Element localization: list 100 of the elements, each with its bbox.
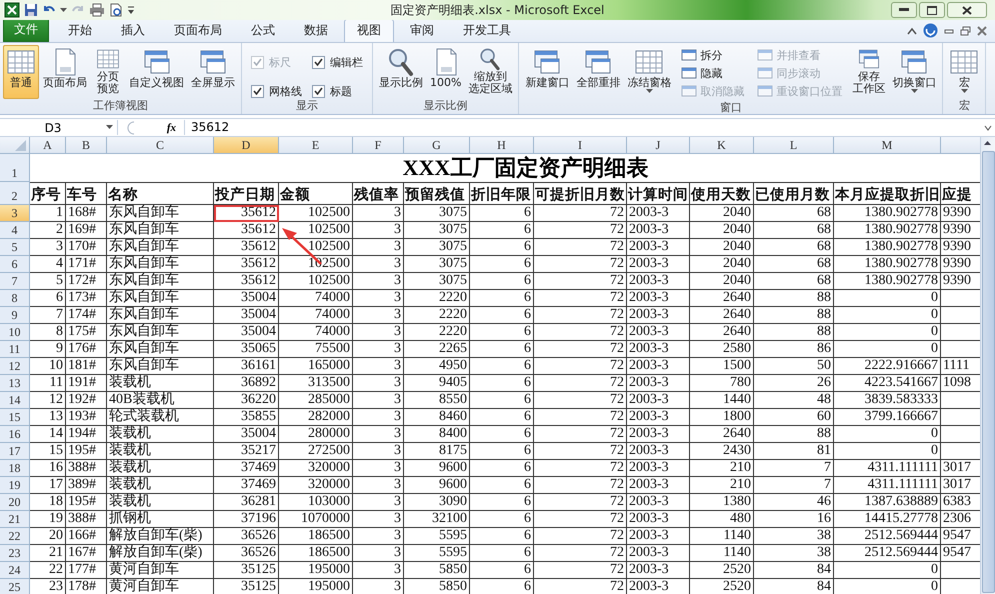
table-cell[interactable]: 5595	[404, 545, 470, 562]
column-letter[interactable]: A	[30, 137, 66, 154]
table-cell[interactable]: 195000	[279, 579, 353, 594]
table-cell[interactable]: 东风自卸车	[107, 256, 214, 273]
table-cell[interactable]: 3	[353, 494, 404, 511]
table-cell[interactable]: 1	[30, 205, 66, 222]
table-cell[interactable]: 74000	[279, 324, 353, 341]
active-cell[interactable]: 35612	[214, 205, 279, 222]
row-number[interactable]: 1	[0, 154, 30, 182]
name-box[interactable]: D3	[0, 120, 118, 135]
table-cell[interactable]: 2640	[690, 324, 754, 341]
table-cell[interactable]: 2003-3	[627, 222, 690, 239]
table-cell[interactable]: 装载机	[107, 375, 214, 392]
table-cell[interactable]: 36281	[214, 494, 279, 511]
table-cell[interactable]: 50	[754, 358, 834, 375]
table-cell[interactable]: 8460	[404, 409, 470, 426]
table-cell[interactable]: 36526	[214, 528, 279, 545]
table-cell[interactable]: 88	[754, 426, 834, 443]
table-cell[interactable]: 35612	[214, 239, 279, 256]
table-cell[interactable]: 170#	[66, 239, 107, 256]
table-cell[interactable]: 0	[834, 307, 941, 324]
table-cell[interactable]: 74000	[279, 290, 353, 307]
row-number[interactable]: 12	[0, 358, 30, 375]
table-cell[interactable]: 2640	[690, 290, 754, 307]
table-cell[interactable]: 东风自卸车	[107, 205, 214, 222]
table-cell[interactable]: 480	[690, 511, 754, 528]
table-cell[interactable]: 3	[353, 426, 404, 443]
ribbon-tab[interactable]: 公式	[238, 19, 288, 42]
table-cell[interactable]: 解放自卸车(柴)	[107, 545, 214, 562]
table-cell[interactable]: 6	[470, 205, 534, 222]
table-cell[interactable]: 68	[754, 222, 834, 239]
table-cell[interactable]: 6	[470, 460, 534, 477]
column-letter[interactable]: B	[66, 137, 107, 154]
table-cell[interactable]: 1380.902778	[834, 205, 941, 222]
ribbon-button[interactable]: 隐藏	[679, 65, 746, 81]
column-letter[interactable]: I	[534, 137, 627, 154]
table-cell[interactable]: 313500	[279, 375, 353, 392]
table-cell[interactable]: 3	[353, 358, 404, 375]
table-cell[interactable]: 72	[534, 545, 627, 562]
column-letter[interactable]: J	[627, 137, 690, 154]
table-cell[interactable]: 72	[534, 256, 627, 273]
table-cell[interactable]: 2003-3	[627, 409, 690, 426]
table-cell[interactable]: 4	[30, 256, 66, 273]
save-icon[interactable]	[24, 3, 38, 17]
ribbon-tab[interactable]: 数据	[291, 19, 341, 42]
table-cell[interactable]: 2265	[404, 341, 470, 358]
collapse-ribbon-icon[interactable]	[907, 26, 917, 34]
row-number[interactable]: 17	[0, 443, 30, 460]
table-cell[interactable]: 装载机	[107, 460, 214, 477]
row-number[interactable]: 4	[0, 222, 30, 239]
table-cell[interactable]: 东风自卸车	[107, 341, 214, 358]
table-cell[interactable]: 84	[754, 562, 834, 579]
table-cell[interactable]: 18	[30, 494, 66, 511]
table-cell[interactable]: 3799.166667	[834, 409, 941, 426]
table-cell[interactable]: 210	[690, 460, 754, 477]
close-icon[interactable]	[977, 26, 987, 36]
table-cell[interactable]: 3	[353, 290, 404, 307]
table-cell[interactable]: 165000	[279, 358, 353, 375]
table-cell[interactable]: 102500	[279, 273, 353, 290]
column-letter[interactable]: L	[754, 137, 834, 154]
table-cell[interactable]: 72	[534, 511, 627, 528]
table-cell[interactable]: 186500	[279, 545, 353, 562]
table-cell[interactable]: 48	[754, 392, 834, 409]
row-number[interactable]: 25	[0, 579, 30, 594]
table-cell[interactable]: 72	[534, 426, 627, 443]
table-cell[interactable]: 72	[534, 205, 627, 222]
column-letter[interactable]: F	[353, 137, 404, 154]
table-cell[interactable]: 72	[534, 358, 627, 375]
table-cell[interactable]: 194#	[66, 426, 107, 443]
table-cell[interactable]: 1800	[690, 409, 754, 426]
table-cell[interactable]: 84	[754, 579, 834, 594]
row-number[interactable]: 23	[0, 545, 30, 562]
table-cell[interactable]: 装载机	[107, 477, 214, 494]
table-cell[interactable]: 东风自卸车	[107, 290, 214, 307]
spreadsheet-app-icon[interactable]	[4, 2, 20, 18]
table-cell[interactable]: 35004	[214, 324, 279, 341]
ribbon-button[interactable]: 拆分	[679, 47, 746, 63]
row-number[interactable]: 24	[0, 562, 30, 579]
table-cell[interactable]: 282000	[279, 409, 353, 426]
table-cell[interactable]: 35612	[214, 222, 279, 239]
table-cell[interactable]: 72	[534, 222, 627, 239]
ribbon-button[interactable]: 缩放到 选定区域	[465, 45, 516, 99]
row-number[interactable]: 22	[0, 528, 30, 545]
table-cell[interactable]: 2003-3	[627, 562, 690, 579]
table-cell[interactable]: 74000	[279, 307, 353, 324]
table-cell[interactable]: 15	[30, 443, 66, 460]
table-cell[interactable]: 2040	[690, 222, 754, 239]
table-cell[interactable]: 88	[754, 307, 834, 324]
table-cell[interactable]: 东风自卸车	[107, 222, 214, 239]
table-cell[interactable]: 6	[470, 562, 534, 579]
table-cell[interactable]: 35217	[214, 443, 279, 460]
table-cell[interactable]: 0	[834, 443, 941, 460]
print-preview-icon[interactable]	[109, 3, 123, 17]
row-number[interactable]: 18	[0, 460, 30, 477]
table-cell[interactable]: 8175	[404, 443, 470, 460]
table-cell[interactable]: 21	[30, 545, 66, 562]
table-cell[interactable]: 37469	[214, 477, 279, 494]
insert-function-button[interactable]: fx	[166, 122, 184, 134]
table-cell[interactable]: 7	[30, 307, 66, 324]
table-cell[interactable]: 4223.541667	[834, 375, 941, 392]
